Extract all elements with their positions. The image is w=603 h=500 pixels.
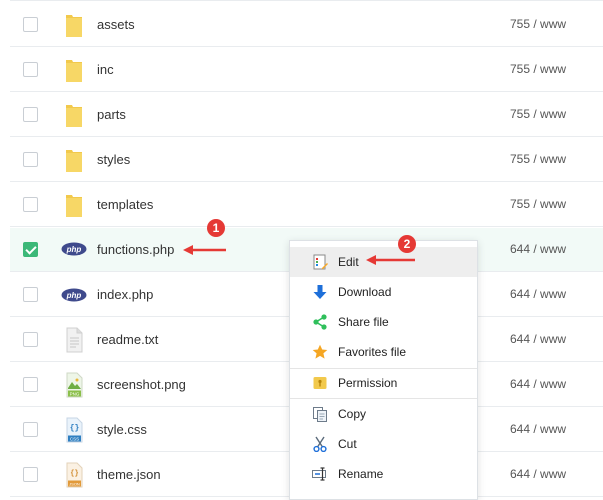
file-row-templates[interactable]: templates 755 / www (10, 183, 603, 227)
star-icon (312, 344, 328, 359)
file-row-assets[interactable]: assets 755 / www (10, 3, 603, 47)
php-icon-text: php (66, 291, 82, 300)
css-file-icon: {} CSS (66, 417, 83, 443)
menu-item-download[interactable]: Download (290, 277, 477, 307)
row-checkbox[interactable] (23, 152, 38, 167)
menu-item-permission[interactable]: Permission (290, 368, 477, 398)
php-icon-text: php (66, 245, 82, 254)
file-name[interactable]: readme.txt (97, 332, 158, 347)
file-permission: 644 / www (510, 467, 567, 481)
share-icon (313, 314, 327, 330)
permission-icon (313, 377, 327, 389)
menu-item-cut[interactable]: Cut (290, 429, 477, 459)
menu-item-label: Copy (338, 407, 367, 421)
folder-icon (66, 60, 82, 82)
image-file-icon: PNG (66, 372, 83, 398)
cut-icon (313, 436, 327, 452)
row-checkbox[interactable] (23, 197, 38, 212)
annotation-arrow-icon (183, 245, 226, 255)
row-checkbox[interactable] (23, 377, 38, 392)
svg-text:{}: {} (70, 424, 80, 433)
file-permission: 755 / www (510, 17, 567, 31)
menu-item-favorites-file[interactable]: Favorites file (290, 337, 477, 367)
text-file-icon (66, 327, 83, 353)
file-permission: 755 / www (510, 62, 567, 76)
folder-icon (66, 150, 82, 172)
menu-item-label: Permission (338, 376, 398, 390)
row-checkbox[interactable] (23, 62, 38, 77)
file-name[interactable]: assets (97, 17, 135, 32)
png-icon-text: PNG (70, 391, 80, 396)
menu-item-label: Edit (338, 255, 359, 269)
menu-item-rename[interactable]: Rename (290, 459, 477, 489)
folder-icon (66, 105, 82, 127)
menu-item-share-file[interactable]: Share file (290, 307, 477, 337)
menu-item-label: Rename (338, 467, 384, 481)
file-name[interactable]: theme.json (97, 467, 161, 482)
step-badge-2: 2 (398, 235, 416, 253)
folder-icon (66, 15, 82, 37)
file-name[interactable]: screenshot.png (97, 377, 186, 392)
row-checkbox[interactable] (23, 422, 38, 437)
divider (10, 0, 603, 1)
file-permission: 644 / www (510, 287, 567, 301)
row-checkbox-checked[interactable] (23, 242, 38, 257)
svg-text:{}: {} (70, 470, 78, 478)
file-name[interactable]: index.php (97, 287, 153, 302)
edit-icon (313, 254, 328, 270)
menu-item-label: Share file (338, 315, 389, 329)
row-checkbox[interactable] (23, 467, 38, 482)
file-name[interactable]: templates (97, 197, 153, 212)
json-file-icon: {} JSON (66, 462, 83, 488)
step-badge-1: 1 (207, 219, 225, 237)
file-name[interactable]: parts (97, 107, 126, 122)
file-permission: 644 / www (510, 332, 567, 346)
file-row-inc[interactable]: inc 755 / www (10, 48, 603, 92)
folder-icon (66, 195, 82, 217)
json-icon-text: JSON (69, 481, 80, 486)
file-name[interactable]: styles (97, 152, 130, 167)
file-name[interactable]: style.css (97, 422, 147, 437)
row-checkbox[interactable] (23, 332, 38, 347)
css-icon-text: CSS (70, 436, 79, 441)
file-name[interactable]: inc (97, 62, 114, 77)
download-icon (313, 285, 327, 299)
file-row-styles[interactable]: styles 755 / www (10, 138, 603, 182)
row-checkbox[interactable] (23, 287, 38, 302)
row-checkbox[interactable] (23, 107, 38, 122)
rename-icon (312, 467, 326, 481)
file-permission: 755 / www (510, 197, 567, 211)
file-permission: 755 / www (510, 152, 567, 166)
copy-icon (313, 407, 327, 422)
menu-item-label: Cut (338, 437, 357, 451)
file-name[interactable]: functions.php (97, 242, 174, 257)
file-permission: 644 / www (510, 422, 567, 436)
file-permission: 755 / www (510, 107, 567, 121)
menu-item-label: Favorites file (338, 345, 407, 359)
menu-item-label: Download (338, 285, 392, 299)
row-checkbox[interactable] (23, 17, 38, 32)
context-menu: Edit Download Share file Favorites file (289, 240, 478, 500)
menu-item-copy[interactable]: Copy (290, 399, 477, 429)
file-permission: 644 / www (510, 377, 567, 391)
file-row-parts[interactable]: parts 755 / www (10, 93, 603, 137)
file-permission: 644 / www (510, 242, 567, 256)
php-file-icon: php (61, 288, 87, 302)
php-file-icon: php (61, 242, 87, 256)
annotation-arrow-icon (366, 255, 415, 265)
